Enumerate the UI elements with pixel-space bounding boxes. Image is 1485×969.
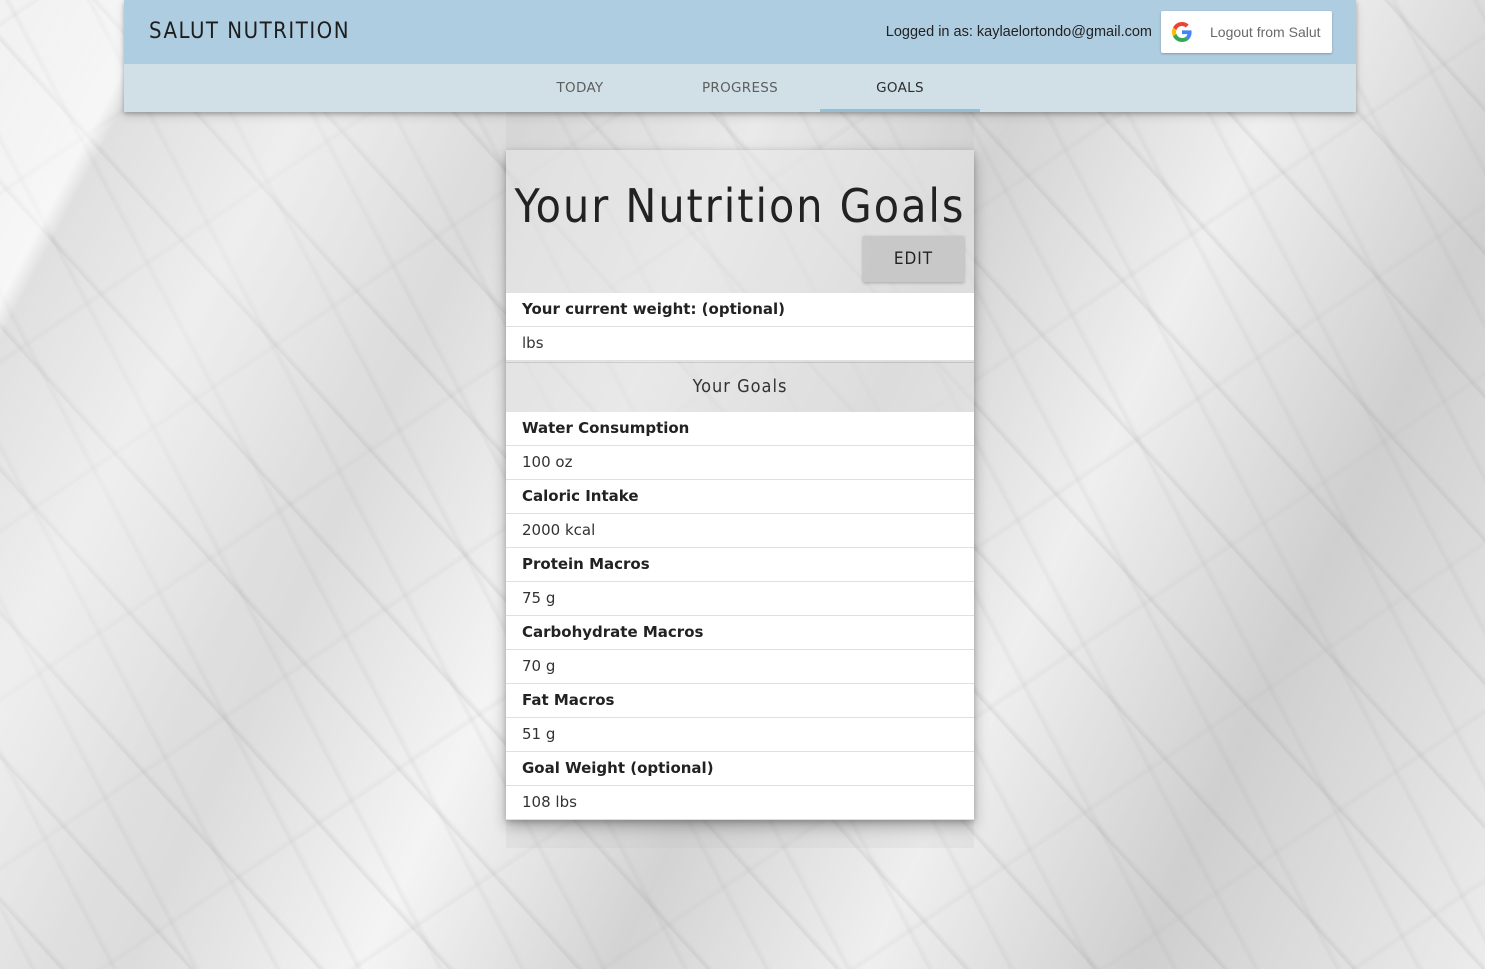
goal-value-carbohydrate: 70 g [506,650,974,684]
logout-button[interactable]: Logout from Salut [1161,11,1332,53]
goal-value-protein: 75 g [506,582,974,616]
goal-value-fat: 51 g [506,718,974,752]
goal-label-goal-weight: Goal Weight (optional) [506,752,974,786]
goal-value-goal-weight: 108 lbs [506,786,974,820]
logged-in-text: Logged in as: kaylaelortondo@gmail.com [885,24,1152,40]
goal-value-water: 100 oz [506,446,974,480]
logout-label: Logout from Salut [1210,24,1321,40]
goal-label-protein: Protein Macros [506,548,974,582]
goals-section-heading: Your Goals [506,362,974,412]
page-title: Your Nutrition Goals [514,179,966,233]
nutrition-goals-card: Your Nutrition Goals EDIT GOALS Your cur… [506,150,974,820]
brand-logo[interactable]: SALUT NUTRITION [149,17,350,47]
tab-progress[interactable]: PROGRESS [660,64,820,112]
google-g-icon [1172,22,1192,42]
tab-goals[interactable]: GOALS [820,64,980,112]
goal-label-fat: Fat Macros [506,684,974,718]
edit-goals-button[interactable]: EDIT GOALS [863,236,964,315]
goal-label-carbohydrate: Carbohydrate Macros [506,616,974,650]
goal-label-calories: Caloric Intake [506,480,974,514]
nav-bar: TODAY PROGRESS GOALS [124,64,1356,112]
app-header: SALUT NUTRITION Logged in as: kaylaelort… [124,0,1356,112]
tab-today[interactable]: TODAY [500,64,660,112]
goal-value-calories: 2000 kcal [506,514,974,548]
goal-label-water: Water Consumption [506,412,974,446]
current-weight-value: lbs [506,327,974,361]
current-weight-label: Your current weight: (optional) [506,293,974,327]
top-bar: SALUT NUTRITION Logged in as: kaylaelort… [124,0,1356,64]
